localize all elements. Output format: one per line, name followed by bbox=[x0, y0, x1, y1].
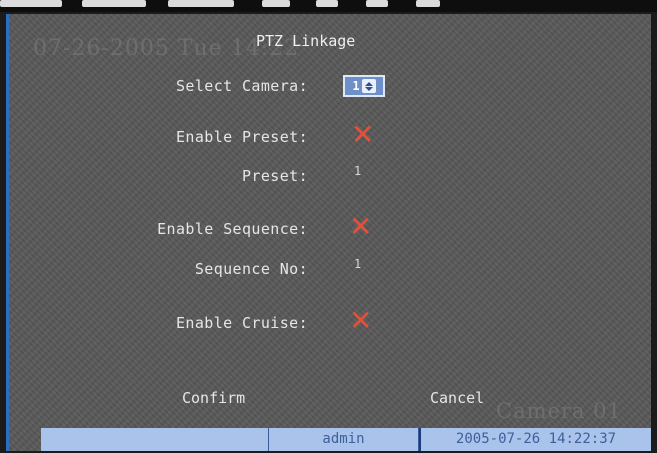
ptz-linkage-dialog: 07-26-2005 Tue 14:22 PTZ Linkage Select … bbox=[6, 14, 651, 451]
osd-block bbox=[168, 0, 234, 7]
osd-block bbox=[0, 0, 62, 7]
confirm-button[interactable]: Confirm bbox=[182, 389, 245, 407]
enable-preset-label: Enable Preset: bbox=[175, 128, 308, 146]
enable-preset-checkbox[interactable]: ✕ bbox=[351, 121, 374, 149]
osd-camera-name: Camera 01 bbox=[496, 399, 622, 423]
up-down-arrows-icon bbox=[361, 79, 376, 93]
dialog-title: PTZ Linkage bbox=[256, 32, 356, 50]
osd-block bbox=[82, 0, 146, 7]
enable-sequence-label: Enable Sequence: bbox=[157, 220, 308, 238]
cancel-button[interactable]: Cancel bbox=[430, 389, 484, 407]
preset-value[interactable]: 1 bbox=[354, 164, 361, 178]
status-segment bbox=[41, 428, 269, 451]
select-camera-label: Select Camera: bbox=[175, 77, 308, 95]
enable-cruise-checkbox[interactable]: ✕ bbox=[349, 307, 372, 335]
status-datetime: 2005-07-26 14:22:37 bbox=[419, 428, 651, 451]
osd-block bbox=[416, 0, 440, 7]
select-camera-spinner[interactable]: 1 bbox=[343, 75, 385, 97]
sequence-no-value[interactable]: 1 bbox=[354, 257, 361, 271]
select-camera-value: 1 bbox=[352, 79, 360, 93]
preset-label: Preset: bbox=[241, 167, 308, 185]
enable-sequence-checkbox[interactable]: ✕ bbox=[349, 213, 372, 241]
status-user: admin bbox=[269, 428, 419, 451]
enable-cruise-label: Enable Cruise: bbox=[175, 314, 308, 332]
osd-block bbox=[366, 0, 388, 7]
status-bar: admin 2005-07-26 14:22:37 bbox=[41, 428, 651, 451]
osd-block bbox=[262, 0, 290, 7]
top-osd-strip bbox=[0, 0, 657, 12]
sequence-no-label: Sequence No: bbox=[194, 260, 308, 278]
osd-block bbox=[316, 0, 338, 7]
